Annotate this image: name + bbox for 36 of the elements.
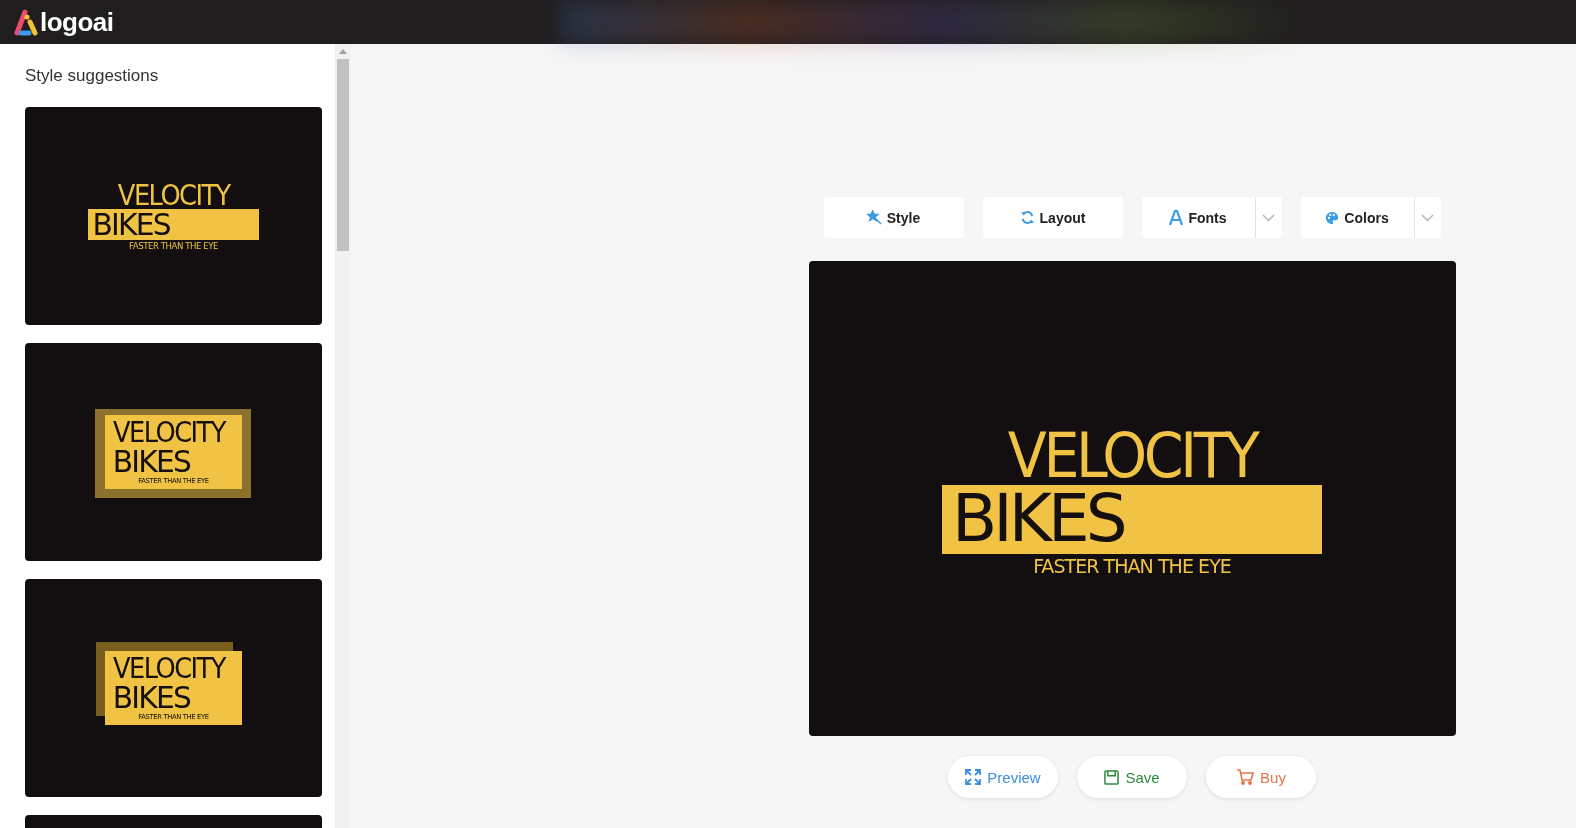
logo-name: BIKES <box>91 209 170 240</box>
logo-title: VELOCITY <box>1007 424 1257 487</box>
toolbar-button-label: Fonts <box>1188 209 1227 226</box>
cart-icon <box>1236 769 1255 785</box>
refresh-icon <box>1019 210 1035 225</box>
logo-name: BIKES <box>950 486 1124 553</box>
logo-title: VELOCITY <box>117 181 230 210</box>
logo-name: BIKES <box>112 682 190 713</box>
scrollbar-thumb[interactable] <box>337 59 349 251</box>
brand-logo-icon[interactable] <box>13 8 39 36</box>
sidebar-title: Style suggestions <box>25 66 160 86</box>
letter-a-icon <box>1169 210 1184 225</box>
toolbar-button[interactable]: Colors <box>1300 197 1441 238</box>
save-icon <box>1104 769 1120 785</box>
logo-tagline: FASTER THAN THE EYE <box>129 241 218 251</box>
palette-icon <box>1325 210 1340 225</box>
toolbar-button[interactable]: Style <box>823 197 964 238</box>
expand-icon <box>965 769 982 785</box>
chevron-down-icon[interactable] <box>1421 213 1434 222</box>
toolbar-button-label: Style <box>886 209 921 226</box>
magic-star-icon <box>866 210 882 225</box>
action-button[interactable]: Preview <box>948 756 1058 798</box>
chevron-down-icon[interactable] <box>1262 213 1275 222</box>
logo-title: VELOCITY <box>112 654 225 683</box>
logo-name: BIKES <box>112 446 190 477</box>
scroll-up-icon[interactable] <box>339 49 347 54</box>
action-button[interactable]: Save <box>1077 756 1187 798</box>
brand-name[interactable]: logoai <box>40 8 114 36</box>
logo-title: VELOCITY <box>112 418 225 447</box>
logo-tagline: FASTER THAN THE EYE <box>1033 557 1231 577</box>
toolbar-button-label: Colors <box>1344 209 1389 226</box>
scrollbar[interactable] <box>335 44 351 828</box>
toolbar-button[interactable]: Fonts <box>1141 197 1282 238</box>
style-suggestion-card[interactable]: VELOCITY BIKES FASTER THAN THE EYE <box>25 107 322 325</box>
toolbar-button[interactable]: Layout <box>982 197 1123 238</box>
toolbar-button-label: Layout <box>1039 209 1086 226</box>
